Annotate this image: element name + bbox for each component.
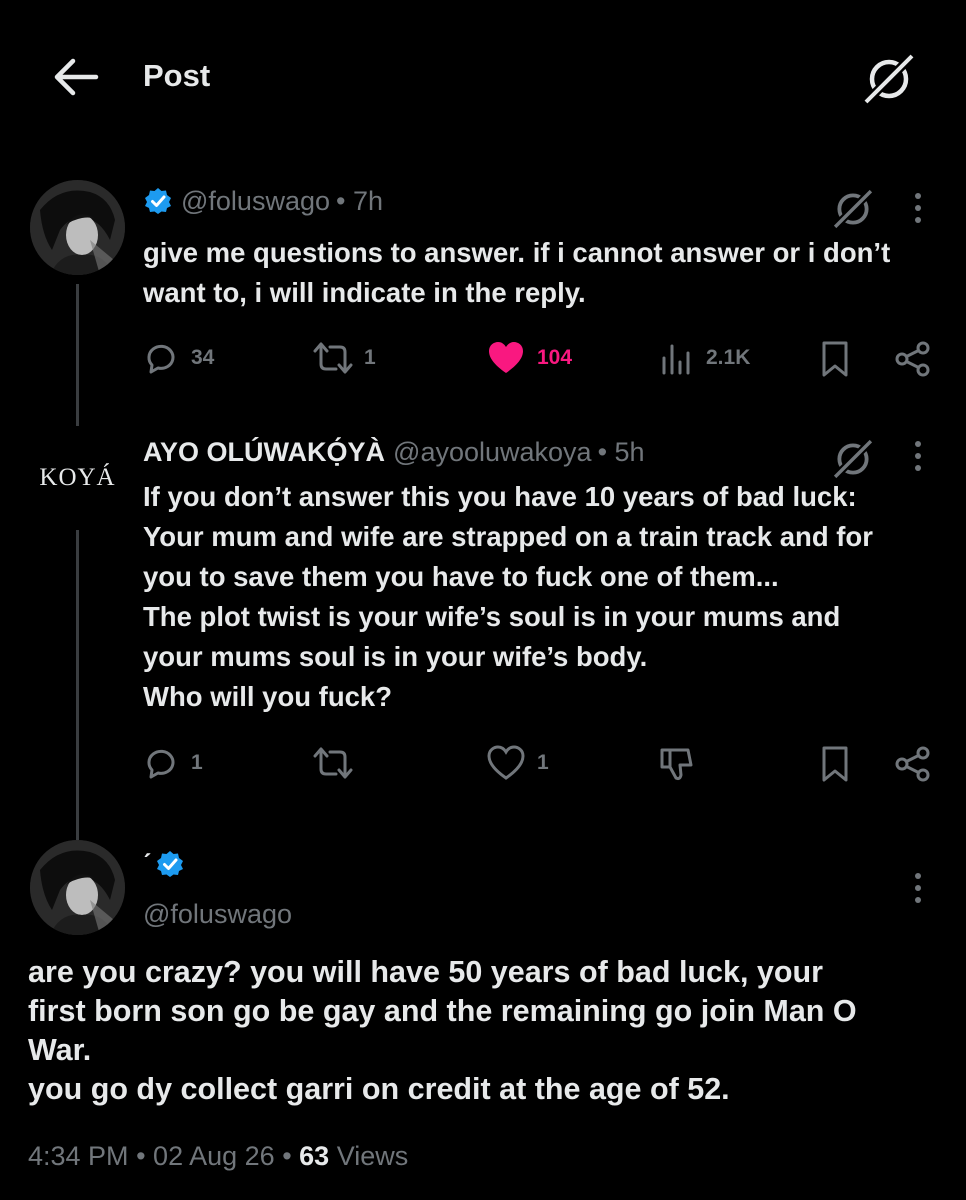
post1-more-button[interactable] <box>910 190 926 226</box>
post1-header: @foluswago • 7h <box>143 183 383 219</box>
back-button[interactable] <box>52 56 100 98</box>
repost-icon <box>313 747 353 779</box>
share-icon <box>895 746 930 782</box>
meta-separator: • <box>136 1141 146 1171</box>
post1-handle[interactable]: @foluswago <box>181 186 330 217</box>
views-label: Views <box>336 1141 409 1171</box>
post-date[interactable]: 02 Aug 26 <box>153 1141 275 1171</box>
thread-line <box>76 284 79 426</box>
more-icon <box>915 193 921 223</box>
post3-name-row: ˊ <box>143 846 185 882</box>
page-title: Post <box>143 58 211 93</box>
like-count: 1 <box>537 751 549 774</box>
reply-count: 1 <box>191 751 203 774</box>
share-icon <box>895 341 930 377</box>
post2-share-button[interactable] <box>894 745 932 788</box>
post1-share-button[interactable] <box>894 340 932 383</box>
post2-handle[interactable]: @ayooluwakoya <box>393 437 592 468</box>
post2-text-line: Who will you fuck? <box>143 681 393 712</box>
post3-text-line: you go dy collect garri on credit at the… <box>28 1072 730 1106</box>
reply-icon <box>147 749 175 779</box>
repost-count: 1 <box>364 346 376 369</box>
post2-more-button[interactable] <box>910 438 926 474</box>
thread-line <box>76 530 79 840</box>
views-count: 2.1K <box>706 346 751 369</box>
post2-header: AYO OLÚWAKỌ́YÀ @ayooluwakoya • 5h <box>143 434 645 470</box>
post2-text-line: Your mum and wife are strapped on a trai… <box>143 521 873 552</box>
dislike-icon <box>660 748 693 781</box>
post3-more-button[interactable] <box>910 870 926 906</box>
post2-text-line: If you don’t answer this you have 10 yea… <box>143 481 857 512</box>
meta-separator: • <box>282 1141 292 1171</box>
post3-handle[interactable]: @foluswago <box>143 899 292 930</box>
post3-meta: 4:34 PM • 02 Aug 26 • 63 Views <box>28 1141 408 1172</box>
avatar-image <box>30 840 125 935</box>
post2-text-line: your mums soul is in your wife’s body. <box>143 641 648 672</box>
post3-text-line: are you crazy? you will have 50 years of… <box>28 955 824 989</box>
like-icon <box>487 745 525 780</box>
post1-bookmark-button[interactable] <box>818 340 852 383</box>
post1-time[interactable]: • 7h <box>336 186 383 217</box>
grok-button[interactable] <box>862 52 916 106</box>
avatar-image <box>30 180 125 275</box>
post2-bookmark-button[interactable] <box>818 745 852 788</box>
views-icon <box>662 344 690 375</box>
avatar[interactable]: KOYÁ <box>30 430 125 525</box>
post1-text: give me questions to answer. if i cannot… <box>143 233 890 313</box>
like-count: 104 <box>537 346 573 369</box>
verified-icon <box>157 851 183 877</box>
avatar-logo-text: KOYÁ <box>39 463 116 491</box>
grok-icon <box>832 188 874 230</box>
back-arrow-icon <box>54 58 99 96</box>
post2-repost-button[interactable] <box>312 745 354 786</box>
post1-text-line: want to, i will indicate in the reply. <box>143 277 586 308</box>
post3-text-line: first born son go be gay and the remaini… <box>28 994 857 1028</box>
post1-grok-button[interactable] <box>830 186 876 237</box>
repost-icon <box>313 342 353 374</box>
reply-count: 34 <box>191 346 215 369</box>
grok-icon <box>862 52 916 106</box>
post2-text-line: The plot twist is your wife’s soul is in… <box>143 601 841 632</box>
verified-icon <box>145 188 171 214</box>
post2-reply-button[interactable]: 1 <box>143 745 203 781</box>
avatar[interactable] <box>30 840 125 935</box>
more-icon <box>915 873 921 903</box>
views-count: 63 <box>299 1141 330 1171</box>
post2-text-line: you to save them you have to fuck one of… <box>143 561 779 592</box>
like-icon <box>489 342 523 373</box>
post2-like-button[interactable]: 1 <box>487 745 549 781</box>
post2-text: If you don’t answer this you have 10 yea… <box>143 477 873 717</box>
post3-text: are you crazy? you will have 50 years of… <box>28 953 857 1109</box>
post2-dislike-button[interactable] <box>658 745 696 788</box>
grok-icon <box>832 438 874 480</box>
post3-text-line: War. <box>28 1033 92 1067</box>
post1-text-line: give me questions to answer. if i cannot… <box>143 237 891 268</box>
post1-views-button[interactable]: 2.1K <box>660 340 750 376</box>
more-icon <box>915 441 921 471</box>
bookmark-icon <box>822 746 848 782</box>
bookmark-icon <box>822 341 848 377</box>
post1-reply-button[interactable]: 34 <box>143 340 214 376</box>
post3-display-name[interactable]: ˊ <box>143 849 152 880</box>
avatar[interactable] <box>30 180 125 275</box>
post-time[interactable]: 4:34 PM <box>28 1141 129 1171</box>
post2-display-name[interactable]: AYO OLÚWAKỌ́YÀ <box>143 437 385 468</box>
reply-icon <box>147 344 175 374</box>
post1-like-button[interactable]: 104 <box>487 340 572 376</box>
post2-time[interactable]: • 5h <box>598 437 645 468</box>
post1-repost-button[interactable]: 1 <box>312 340 376 376</box>
